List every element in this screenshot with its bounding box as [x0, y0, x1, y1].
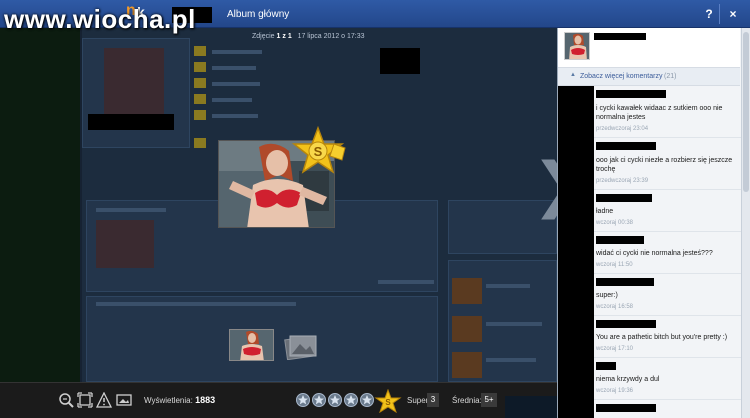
- photo-placeholder-icon[interactable]: [278, 332, 320, 360]
- zoom-icon[interactable]: [58, 392, 74, 408]
- background-app: [452, 316, 482, 342]
- rating-label: Super: [407, 396, 429, 405]
- background-line: [212, 82, 260, 86]
- comment-item: You are a pathetic bitch but you're pret…: [594, 316, 741, 358]
- background-app: [452, 352, 482, 378]
- background-icon: [194, 62, 206, 72]
- comment-time: wczoraj 11:50: [596, 262, 633, 268]
- background-line: [96, 302, 296, 306]
- comment-time: wczoraj 17:10: [596, 346, 634, 352]
- comment-item: ooo jak ci cycki niezłe a rozbierz się j…: [594, 138, 741, 190]
- owner-avatar[interactable]: [564, 32, 590, 60]
- censored-avatars: [558, 86, 594, 418]
- album-title: Album główny: [227, 9, 290, 20]
- comment-item: niema krzywdy a dul wczoraj 19:36: [594, 358, 741, 400]
- more-comments-count: (21): [664, 73, 677, 80]
- background-line: [378, 280, 434, 284]
- rating-star-icon[interactable]: [344, 393, 358, 407]
- comment-time: wczoraj 00:38: [596, 220, 634, 226]
- svg-text:S: S: [385, 398, 391, 407]
- background-app: [452, 278, 482, 304]
- censor-block: [380, 48, 420, 74]
- comment-text: widać ci cycki nie normalna jesteś???: [596, 250, 713, 257]
- background-censor: [88, 114, 174, 130]
- super-rating-star-icon[interactable]: S: [374, 389, 402, 413]
- comment-text: ooo jak ci cycki niezłe a rozbierz się j…: [596, 157, 733, 173]
- comment-text: niema krzywdy a dul: [596, 376, 660, 383]
- rating-star-icon[interactable]: [328, 393, 342, 407]
- average-label: Średnia:: [452, 396, 482, 405]
- censored-author: [596, 320, 656, 328]
- photo-date: 17 lipca 2012 o 17:33: [297, 33, 365, 40]
- censored-author: [596, 194, 652, 202]
- photo-owner: [558, 28, 740, 68]
- super-star-badge-icon: S: [291, 126, 346, 174]
- comment-item: widać ci cycki nie normalna jesteś??? wc…: [594, 232, 741, 274]
- photo-meta: Zdjęcie 1 z 1 17 lipca 2012 o 17:33: [252, 33, 365, 40]
- views-label: Wyświetlenia:: [144, 396, 193, 405]
- help-button[interactable]: ?: [700, 4, 718, 24]
- comments-panel: ▲ Zobacz więcej komentarzy (21) i cycki …: [557, 28, 750, 418]
- censored-author: [596, 362, 616, 370]
- censored-author: [596, 404, 656, 412]
- scrollbar-thumb[interactable]: [743, 32, 749, 192]
- censored-author: [596, 142, 656, 150]
- background-avatar: [104, 48, 164, 118]
- background-icon: [194, 78, 206, 88]
- more-comments-bar[interactable]: ▲ Zobacz więcej komentarzy (21): [558, 68, 740, 86]
- comment-item: i cycki kawałek widaac z sutkiem ooo nie…: [594, 86, 741, 138]
- photo-thumbnail[interactable]: [229, 329, 274, 361]
- title-separator: [719, 4, 720, 24]
- report-icon[interactable]: [96, 392, 112, 408]
- comment-time: przedwczoraj 23:04: [596, 126, 649, 132]
- background-sidebar: [0, 28, 80, 382]
- background-line: [212, 50, 262, 54]
- background-line: [486, 358, 536, 362]
- background-line: [486, 284, 530, 288]
- rating-star-icon[interactable]: [312, 393, 326, 407]
- comment-time: wczoraj 19:36: [596, 388, 634, 394]
- fullscreen-icon[interactable]: [77, 392, 93, 408]
- photo-index: 1 z 1: [276, 33, 292, 40]
- censored-author: [596, 236, 644, 244]
- background-line: [486, 322, 542, 326]
- background-icon: [194, 110, 206, 120]
- triangle-up-icon: ▲: [570, 72, 576, 78]
- average-value: 5+: [481, 393, 497, 407]
- comment-time: wczoraj 16:58: [596, 304, 634, 310]
- next-photo-arrow[interactable]: ❯: [532, 150, 582, 220]
- comment-item: [594, 400, 741, 418]
- background-icon: [194, 94, 206, 104]
- censored-author: [596, 278, 654, 286]
- background-icon: [194, 138, 206, 148]
- set-avatar-icon[interactable]: [116, 392, 132, 408]
- comment-item: ładne wczoraj 00:38: [594, 190, 741, 232]
- background-icon: [194, 46, 206, 56]
- background-line: [212, 114, 258, 118]
- comment-item: super:) wczoraj 16:58: [594, 274, 741, 316]
- comment-text: ładne: [596, 208, 614, 215]
- background-thumb: [96, 220, 154, 268]
- site-watermark: www.wiocha.pl: [4, 4, 196, 34]
- censored-author: [596, 90, 666, 98]
- background-line: [212, 66, 256, 70]
- background-line: [96, 208, 166, 212]
- more-comments-link[interactable]: Zobacz więcej komentarzy: [580, 73, 662, 80]
- owner-details: [594, 40, 734, 62]
- background-strip: [505, 396, 557, 418]
- background-line: [212, 98, 252, 102]
- photo-index-prefix: Zdjęcie: [252, 33, 275, 40]
- views-counter: Wyświetlenia: 1883: [144, 395, 215, 405]
- svg-text:S: S: [314, 144, 323, 159]
- comment-text: You are a pathetic bitch but you're pret…: [596, 334, 728, 341]
- comment-time: przedwczoraj 23:39: [596, 178, 649, 184]
- censored-owner-name: [594, 33, 646, 40]
- views-value: 1883: [195, 395, 216, 405]
- rating-count: 3: [427, 393, 439, 407]
- rating-star-icon[interactable]: [360, 393, 374, 407]
- rating-star-icon[interactable]: [296, 393, 310, 407]
- comment-text: i cycki kawałek widaac z sutkiem ooo nie…: [596, 105, 723, 121]
- comment-text: super:): [596, 292, 618, 299]
- close-button[interactable]: ×: [724, 4, 742, 24]
